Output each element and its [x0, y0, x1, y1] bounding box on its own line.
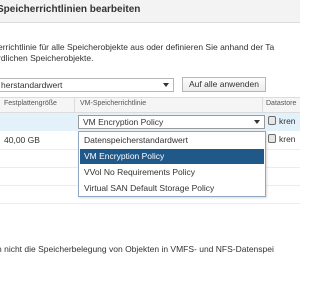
datastore-name: kren — [279, 116, 296, 126]
table-row[interactable]: VM Encryption Policy kren — [0, 113, 300, 131]
datastore-icon — [268, 116, 276, 125]
description-text: errichtlinie für alle Speicherobjekte au… — [0, 42, 274, 64]
column-divider — [74, 98, 75, 112]
dropdown-option-datastore-default[interactable]: Datenspeicherstandardwert — [80, 133, 264, 148]
vm-storage-policy-value: VM Encryption Policy — [83, 117, 164, 127]
dialog-title: Speicherrichtlinien bearbeiten — [0, 4, 141, 15]
chevron-down-icon — [254, 120, 260, 124]
description-line-1: errichtlinie für alle Speicherobjekte au… — [0, 42, 275, 52]
column-header-vm-storage-policy[interactable]: VM-Speicherrichtlinie — [80, 100, 146, 107]
dropdown-option-vvol-no-requirements[interactable]: VVol No Requirements Policy — [80, 165, 264, 180]
storage-policy-select-value: herstandardwert — [1, 80, 63, 90]
storage-policy-dropdown-list: Datenspeicherstandardwert VM Encryption … — [78, 131, 266, 197]
vm-storage-policy-select[interactable]: VM Encryption Policy — [78, 115, 265, 129]
column-divider — [262, 98, 263, 112]
datastore-icon — [268, 134, 276, 143]
table-header: Festplattengröße VM-Speicherrichtlinie D… — [0, 97, 300, 113]
datastore-cell: kren — [268, 134, 296, 144]
description-line-2: rdlichen Speicherobjekte. — [0, 53, 94, 63]
storage-policy-select[interactable]: herstandardwert — [0, 78, 174, 92]
dropdown-option-vm-encryption-policy[interactable]: VM Encryption Policy — [80, 149, 264, 164]
chevron-down-icon — [163, 83, 169, 87]
datastore-cell: kren — [268, 116, 296, 126]
dialog-titlebar: Speicherrichtlinien bearbeiten — [0, 0, 300, 23]
row-divider — [0, 203, 300, 204]
disk-size-cell: 40,00 GB — [4, 135, 40, 145]
apply-to-all-button[interactable]: Auf alle anwenden — [182, 77, 266, 92]
footer-note: n nicht die Speicherbelegung von Objekte… — [0, 244, 274, 254]
column-header-disk-size[interactable]: Festplattengröße — [4, 100, 57, 107]
datastore-name: kren — [279, 134, 296, 144]
column-header-datastore[interactable]: Datastore — [266, 100, 296, 107]
dropdown-option-vsan-default-storage[interactable]: Virtual SAN Default Storage Policy — [80, 181, 264, 196]
